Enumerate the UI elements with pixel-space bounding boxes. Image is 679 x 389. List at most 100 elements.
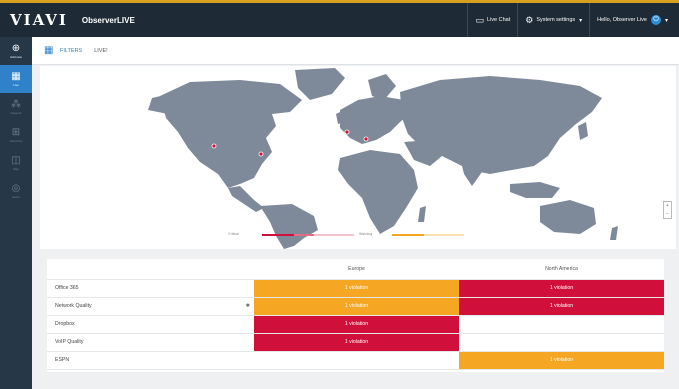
top-bar: VIAVI ObserverLIVE ▭ Live Chat ⚙ System …: [0, 0, 679, 37]
column-header-name: [47, 259, 254, 280]
violation-badge: 1 violation: [254, 297, 459, 315]
row-name-cell: Network Quality ✱: [47, 297, 254, 316]
system-settings-label: System settings: [536, 17, 576, 23]
live-chat-button[interactable]: ▭ Live Chat: [467, 3, 517, 37]
plus-circle-icon: ⊕: [11, 43, 21, 54]
map-alert-marker: [258, 151, 264, 157]
cell-north-america[interactable]: 1 violation: [459, 279, 664, 298]
tab-live[interactable]: LIVE!: [94, 48, 107, 54]
sidebar-item-add-new[interactable]: ⊕ Add new: [0, 37, 32, 65]
map-region-north-america: [160, 80, 302, 188]
row-name: VoIP Quality: [47, 333, 254, 352]
map-region-australia: [540, 200, 596, 234]
cell-north-america[interactable]: 1 violation: [459, 351, 664, 370]
system-settings-button[interactable]: ⚙ System settings ▾: [517, 3, 589, 37]
cell-north-america-empty: [459, 315, 664, 334]
app-name: ObserverLIVE: [81, 15, 135, 25]
tab-live-label: LIVE!: [94, 47, 108, 54]
map-region-south-america: [260, 204, 318, 249]
map-alert-marker: [363, 136, 369, 142]
column-header-europe: Europe: [254, 259, 459, 280]
legend-warning-bar-light: [424, 234, 464, 236]
map-region-central-america: [228, 186, 264, 212]
grid-icon: ▦: [11, 71, 21, 82]
hierarchy-icon: ⊞: [11, 127, 21, 138]
cell-europe[interactable]: 1 violation: [254, 297, 459, 316]
table-row[interactable]: Network Quality ✱ 1 violation 1 violatio…: [47, 297, 664, 316]
network-icon: ⁂: [11, 99, 21, 110]
violations-table: Europe North America Office 365 1 violat…: [47, 259, 664, 370]
sidebar: ⊕ Add new ▦ Live ⁂ Network ⊞ Hierarchy ◫…: [0, 37, 32, 389]
violation-badge: 1 violation: [459, 351, 664, 369]
sidebar-item-hierarchy[interactable]: ⊞ Hierarchy: [0, 121, 32, 149]
map-icon: ◫: [11, 155, 21, 166]
cell-europe-empty: [254, 351, 459, 370]
alert-icon: ◎: [11, 183, 21, 194]
chevron-down-icon: ▾: [579, 17, 583, 24]
sidebar-item-label: Alerts: [12, 195, 20, 199]
tab-filters-label: FILTERS: [60, 47, 83, 54]
power-icon[interactable]: ⏻: [650, 15, 661, 25]
violation-badge: 1 violation: [254, 315, 459, 333]
table-row[interactable]: VoIP Quality 1 violation: [47, 333, 664, 352]
map-region-madagascar: [418, 206, 426, 222]
sidebar-item-label: Add new: [10, 55, 22, 59]
map-region-greenland: [295, 68, 345, 100]
map-region-southeast-asia: [510, 182, 560, 198]
cell-europe[interactable]: 1 violation: [254, 333, 459, 352]
sidebar-item-map[interactable]: ◫ Map: [0, 149, 32, 177]
tab-filters[interactable]: ▦ FILTERS: [44, 44, 83, 56]
map-region-india: [460, 156, 482, 186]
map-alert-marker: [344, 129, 350, 135]
map-legend: Critical Warning: [228, 231, 488, 241]
sidebar-item-label: Map: [13, 167, 19, 171]
cell-europe[interactable]: 1 violation: [254, 279, 459, 298]
legend-warning-bar: [392, 234, 424, 236]
viavi-logo[interactable]: VIAVI: [10, 11, 68, 29]
violation-badge: 1 violation: [254, 333, 459, 351]
violation-badge: 1 violation: [459, 297, 664, 315]
sidebar-item-alerts[interactable]: ◎ Alerts: [0, 177, 32, 205]
gear-icon: ⚙: [525, 14, 534, 25]
cell-europe[interactable]: 1 violation: [254, 315, 459, 334]
table-row[interactable]: ESPN 1 violation: [47, 351, 664, 370]
legend-critical-bar: [262, 234, 294, 236]
violation-badge: 1 violation: [459, 279, 664, 297]
world-map[interactable]: [40, 66, 676, 249]
map-region-new-zealand: [610, 226, 618, 240]
map-alert-marker: [211, 143, 217, 149]
chevron-down-icon: ▾: [664, 17, 668, 24]
cell-north-america[interactable]: 1 violation: [459, 297, 664, 316]
sidebar-item-label: Network: [10, 111, 22, 115]
map-region-japan: [578, 122, 588, 140]
sidebar-item-label: Hierarchy: [9, 139, 23, 143]
chat-icon: ▭: [475, 14, 484, 25]
table-row[interactable]: Dropbox 1 violation: [47, 315, 664, 334]
map-zoom-control[interactable]: + −: [663, 201, 672, 219]
table-row[interactable]: Office 365 1 violation 1 violation: [47, 279, 664, 298]
row-name: Dropbox: [47, 315, 254, 334]
sidebar-item-network[interactable]: ⁂ Network: [0, 93, 32, 121]
cell-north-america-empty: [459, 333, 664, 352]
legend-critical-label: Critical: [228, 232, 239, 236]
legend-critical-bar-light: [314, 234, 354, 236]
row-name: Office 365: [47, 279, 254, 298]
row-marker: ✱: [245, 303, 250, 309]
legend-warning-label: Warning: [359, 232, 373, 236]
sub-header: ▦ FILTERS LIVE!: [32, 37, 679, 65]
row-name: Network Quality: [55, 303, 92, 309]
column-header-north-america: North America: [459, 259, 664, 280]
map-region-scandinavia: [368, 74, 396, 100]
top-right-menu: ▭ Live Chat ⚙ System settings ▾ Hello, O…: [467, 3, 675, 37]
violation-badge: 1 violation: [254, 279, 459, 297]
violations-table-panel: Europe North America Office 365 1 violat…: [47, 259, 664, 372]
world-map-panel: + − Critical Warning: [40, 66, 676, 249]
legend-critical-bar-fade: [294, 234, 314, 236]
map-region-africa: [338, 150, 418, 234]
user-menu-button[interactable]: Hello, Observer Live ⏻ ▾: [589, 3, 675, 37]
live-chat-label: Live Chat: [486, 17, 511, 23]
filter-grid-icon: ▦: [44, 44, 54, 56]
row-name: ESPN: [47, 351, 254, 370]
sidebar-item-live[interactable]: ▦ Live: [0, 65, 32, 93]
sidebar-item-label: Live: [13, 83, 19, 87]
